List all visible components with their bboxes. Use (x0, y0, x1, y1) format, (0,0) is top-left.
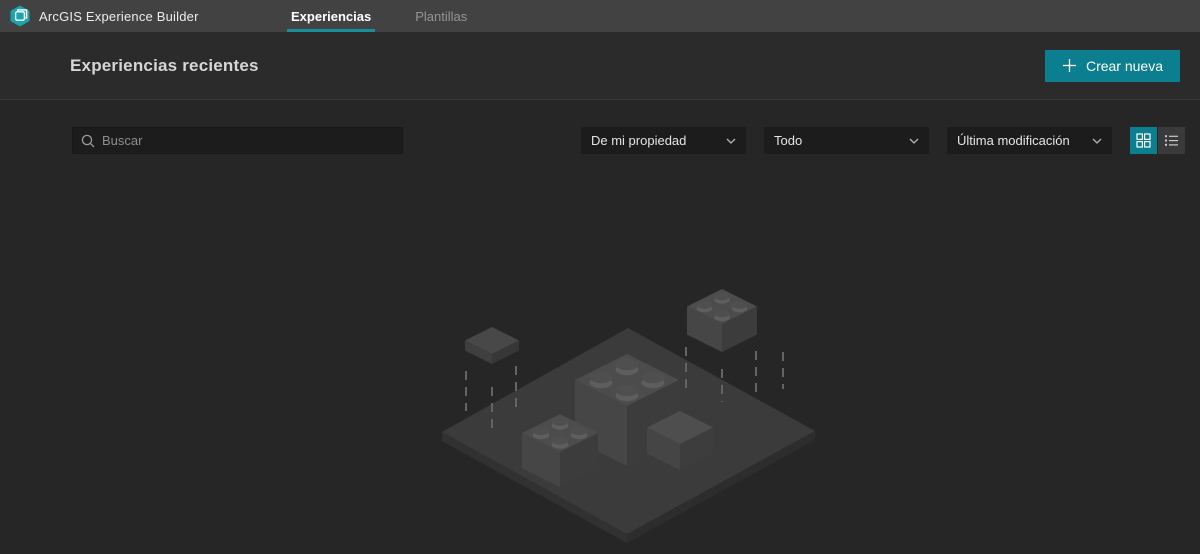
chevron-down-icon (1092, 138, 1102, 144)
main-tabs: Experiencias Plantillas (287, 0, 471, 32)
floating-plate (465, 327, 519, 364)
experience-builder-logo-icon (10, 5, 30, 27)
create-new-button[interactable]: Crear nueva (1044, 49, 1180, 82)
chevron-down-icon (726, 138, 736, 144)
search-icon (81, 134, 95, 147)
create-new-label: Crear nueva (1085, 57, 1163, 74)
filter-controls: De mi propiedad Todo Última modificación (581, 127, 1185, 154)
tab-experiencias-label: Experiencias (291, 8, 372, 24)
page-title: Experiencias recientes (70, 55, 259, 75)
owner-filter-value: De mi propiedad (591, 133, 687, 148)
filter-bar: De mi propiedad Todo Última modificación (0, 100, 1200, 154)
list-view-icon (1165, 135, 1178, 146)
search-box (72, 127, 403, 154)
sort-dropdown[interactable]: Última modificación (947, 127, 1112, 154)
grid-view-icon (1136, 133, 1151, 148)
type-filter-value: Todo (774, 133, 803, 148)
app-title: ArcGIS Experience Builder (39, 8, 199, 24)
sort-value: Última modificación (957, 133, 1070, 148)
tab-plantillas[interactable]: Plantillas (411, 0, 471, 32)
tab-experiencias[interactable]: Experiencias (287, 0, 376, 32)
brand: ArcGIS Experience Builder (0, 5, 199, 27)
grid-view-button[interactable] (1130, 127, 1157, 154)
main-content: De mi propiedad Todo Última modificación (0, 100, 1200, 553)
floating-brick (687, 289, 757, 352)
app-top-bar: ArcGIS Experience Builder Experiencias P… (0, 0, 1200, 32)
search-input[interactable] (102, 133, 394, 148)
tab-plantillas-label: Plantillas (415, 8, 468, 24)
chevron-down-icon (909, 138, 919, 144)
empty-state-illustration (442, 289, 815, 543)
page-header: Experiencias recientes Crear nueva (0, 32, 1200, 100)
list-view-button[interactable] (1158, 127, 1185, 154)
owner-filter-dropdown[interactable]: De mi propiedad (581, 127, 746, 154)
view-toggle (1130, 127, 1185, 154)
plus-icon (1062, 59, 1076, 72)
type-filter-dropdown[interactable]: Todo (764, 127, 929, 154)
